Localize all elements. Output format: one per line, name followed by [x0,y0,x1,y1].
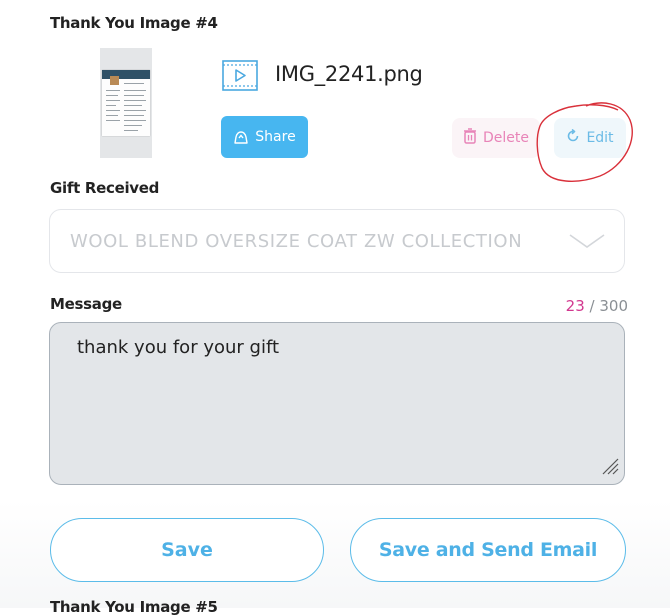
share-button[interactable]: Share [221,116,308,158]
character-count: 23 [565,297,585,315]
delete-button[interactable]: Delete [452,118,540,158]
delete-button-label: Delete [483,130,529,146]
edit-button[interactable]: Edit [554,118,626,158]
gift-received-label: Gift Received [50,179,160,197]
character-max: 300 [599,297,628,315]
file-name: IMG_2241.png [275,62,423,86]
resume-document-preview [102,70,150,136]
counter-separator: / [584,297,600,315]
gift-received-select[interactable]: WOOL BLEND OVERSIZE COAT ZW COLLECTION [49,209,625,273]
save-button[interactable]: Save [50,518,324,582]
thank-you-image-title: Thank You Image #4 [50,14,218,32]
save-and-send-email-button[interactable]: Save and Send Email [350,518,626,582]
thank-you-image-thumbnail[interactable] [100,48,152,158]
video-file-icon [222,60,258,91]
message-label: Message [50,295,122,313]
resize-handle-icon[interactable] [600,456,620,480]
share-button-label: Share [255,129,296,145]
share-icon [233,130,249,144]
chevron-down-icon [568,232,606,254]
edit-button-label: Edit [586,130,614,146]
character-counter: 23 / 300 [566,297,628,315]
message-text: thank you for your gift [77,337,280,358]
trash-icon [463,128,477,148]
next-thank-you-image-title: Thank You Image #5 [50,598,218,616]
refresh-icon [566,128,580,147]
message-textarea[interactable]: thank you for your gift [49,322,625,485]
gift-selected-value: WOOL BLEND OVERSIZE COAT ZW COLLECTION [70,231,523,252]
